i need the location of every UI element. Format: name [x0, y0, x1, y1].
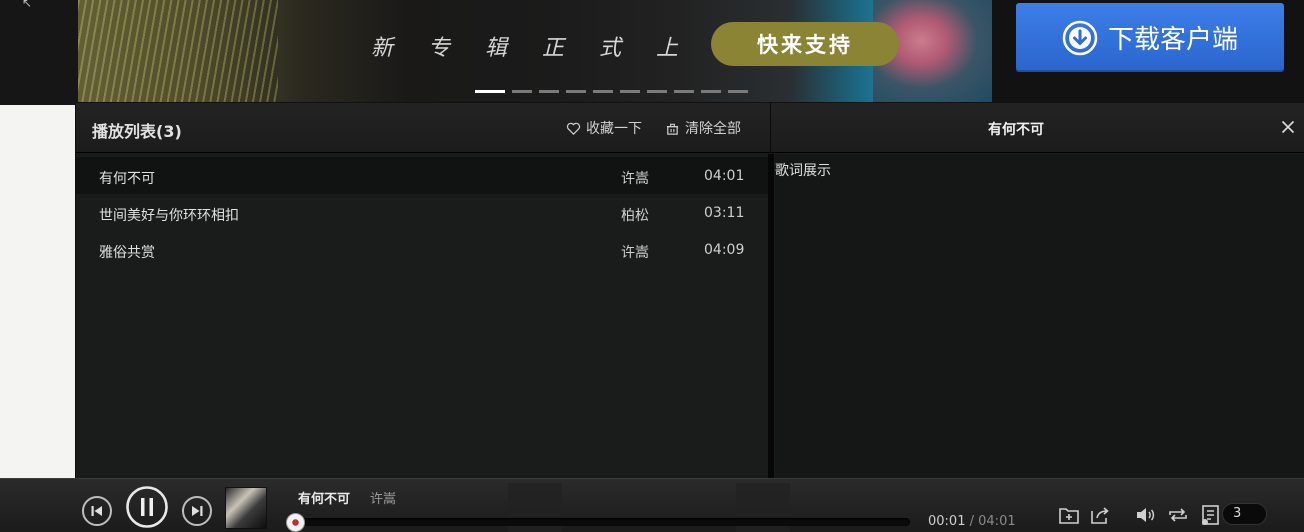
- progress-knob[interactable]: [285, 513, 305, 532]
- banner-support-button[interactable]: 快来支持: [711, 22, 899, 66]
- close-icon[interactable]: [1278, 117, 1298, 137]
- pause-icon[interactable]: [125, 485, 169, 529]
- playlist-count-badge[interactable]: 3: [1222, 503, 1267, 525]
- collect-playlist-button[interactable]: 收藏一下: [566, 118, 642, 138]
- song-title: 雅俗共赏: [99, 245, 155, 261]
- download-client-button[interactable]: 下载客户端: [1016, 3, 1284, 72]
- top-left-strip: ↖: [0, 0, 78, 105]
- share-icon[interactable]: [1088, 503, 1112, 527]
- clear-all-label: 清除全部: [685, 121, 741, 137]
- arrow-icon: ↖: [22, 0, 33, 10]
- song-row[interactable]: 雅俗共赏 许嵩 04:09: [76, 231, 768, 268]
- playlist-title: 播放列表(3): [92, 122, 182, 141]
- banner-dot[interactable]: [620, 90, 640, 93]
- lyrics-song-title: 有何不可: [988, 122, 1044, 138]
- song-duration: 03:11: [704, 205, 745, 221]
- album-cover[interactable]: [225, 487, 267, 529]
- song-artist: 柏松: [621, 208, 649, 224]
- banner-dot[interactable]: [475, 90, 505, 93]
- lyrics-placeholder: 歌词展示: [775, 163, 831, 179]
- total-time: 04:01: [978, 514, 1016, 529]
- song-list: 有何不可 许嵩 04:01 世间美好与你环环相扣 柏松 03:11 雅俗共赏 许嵩 04:09: [76, 154, 768, 478]
- banner-dot[interactable]: [674, 90, 694, 93]
- volume-icon[interactable]: [1134, 503, 1158, 527]
- clear-all-button[interactable]: 清除全部: [665, 118, 741, 138]
- now-playing-title: 有何不可: [298, 492, 351, 507]
- header-divider: [770, 103, 771, 153]
- now-playing-artist[interactable]: 许嵩: [370, 488, 396, 507]
- song-duration: 04:01: [704, 168, 745, 184]
- repeat-icon[interactable]: [1166, 503, 1190, 527]
- song-duration: 04:09: [704, 242, 745, 258]
- banner-grass-image: [78, 0, 278, 102]
- song-artist: 许嵩: [621, 171, 649, 187]
- next-icon[interactable]: [181, 495, 213, 527]
- playlist-panel-header: 播放列表(3) 收藏一下 清除全部 有何不可: [76, 103, 1304, 153]
- promo-banner[interactable]: 新 专 辑 正 式 上 线 快来支持: [78, 0, 992, 102]
- top-area: ↖ 新 专 辑 正 式 上 线 快来支持 下载客户端: [0, 0, 1304, 105]
- banner-dot[interactable]: [593, 90, 613, 93]
- progress-bar[interactable]: [293, 518, 910, 526]
- song-row[interactable]: 有何不可 许嵩 04:01: [76, 157, 768, 194]
- banner-pagination: [475, 90, 748, 93]
- download-icon: [1062, 20, 1098, 55]
- playlist-panel: 播放列表(3) 收藏一下 清除全部 有何不可 有何不可 许嵩 04:01 世间美好与你…: [76, 103, 1304, 478]
- collect-label: 收藏一下: [586, 121, 642, 137]
- playback-time: 00:01 / 04:01: [928, 514, 1016, 529]
- song-title: 世间美好与你环环相扣: [99, 208, 239, 224]
- time-separator: /: [969, 514, 974, 529]
- current-time: 00:01: [928, 514, 966, 529]
- song-row[interactable]: 世间美好与你环环相扣 柏松 03:11: [76, 194, 768, 231]
- banner-dot[interactable]: [539, 90, 559, 93]
- banner-headline: 新 专 辑 正 式 上 线: [371, 36, 749, 61]
- banner-dot[interactable]: [728, 90, 748, 93]
- banner-dot[interactable]: [647, 90, 667, 93]
- playlist-icon[interactable]: [1199, 503, 1223, 527]
- trash-icon: [666, 123, 679, 135]
- song-artist: 许嵩: [621, 245, 649, 261]
- page-left-background: [0, 105, 75, 478]
- add-to-folder-icon[interactable]: [1057, 503, 1081, 527]
- lyrics-pane: 歌词展示: [775, 154, 1304, 478]
- song-title: 有何不可: [99, 171, 155, 187]
- previous-icon[interactable]: [81, 495, 113, 527]
- heart-icon: [566, 122, 581, 135]
- download-client-label: 下载客户端: [1107, 25, 1238, 55]
- player-bar: 有何不可 许嵩 00:01 / 04:01 3: [0, 478, 1304, 532]
- banner-dot[interactable]: [701, 90, 721, 93]
- banner-dot[interactable]: [512, 90, 532, 93]
- playlist-scrollbar[interactable]: [768, 154, 774, 478]
- banner-dot[interactable]: [566, 90, 586, 93]
